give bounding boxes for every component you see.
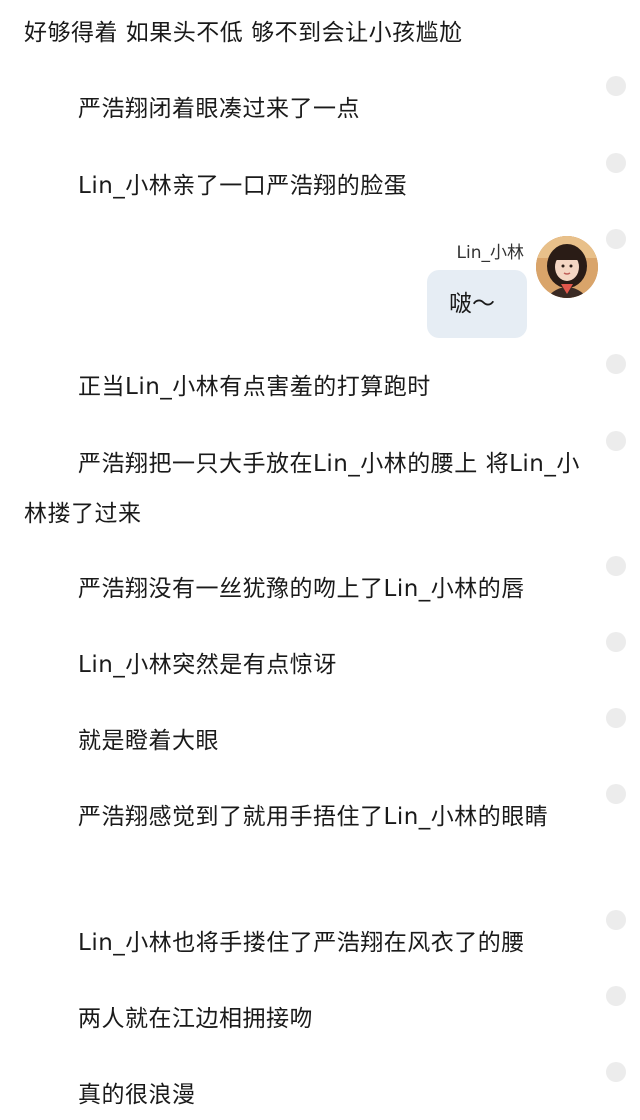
paragraph: 严浩翔感觉到了就用手捂住了Lin_小林的眼睛 xyxy=(78,804,549,830)
paragraph-marker[interactable] xyxy=(606,556,626,576)
avatar-photo-icon xyxy=(536,236,598,298)
paragraph-marker[interactable] xyxy=(606,153,626,173)
paragraph-marker[interactable] xyxy=(606,986,626,1006)
paragraph: 严浩翔把一只大手放在Lin_小林的腰上 将Lin_小林搂了过来 xyxy=(24,451,580,527)
paragraph: 正当Lin_小林有点害羞的打算跑时 xyxy=(78,374,431,400)
paragraph: 好够得着 如果头不低 够不到会让小孩尴尬 xyxy=(24,20,463,46)
paragraph-marker[interactable] xyxy=(606,784,626,804)
paragraph-marker[interactable] xyxy=(606,229,626,249)
paragraph: Lin_小林亲了一口严浩翔的脸蛋 xyxy=(78,173,408,199)
paragraph: 严浩翔没有一丝犹豫的吻上了Lin_小林的唇 xyxy=(78,576,525,602)
paragraph-marker[interactable] xyxy=(606,431,626,451)
chat-message: Lin_小林 啵～ xyxy=(0,230,640,350)
story-content: 好够得着 如果头不低 够不到会让小孩尴尬 严浩翔闭着眼凑过来了一点 Lin_小林… xyxy=(0,0,640,1112)
paragraph: Lin_小林也将手搂住了严浩翔在风衣了的腰 xyxy=(78,930,525,956)
paragraph: 真的很浪漫 xyxy=(78,1082,196,1108)
paragraph-marker[interactable] xyxy=(606,76,626,96)
paragraph-marker[interactable] xyxy=(606,910,626,930)
paragraph: 严浩翔闭着眼凑过来了一点 xyxy=(78,96,360,122)
paragraph-marker[interactable] xyxy=(606,1062,626,1082)
paragraph: 就是瞪着大眼 xyxy=(78,728,219,754)
paragraph-marker[interactable] xyxy=(606,632,626,652)
chat-bubble: 啵～ xyxy=(427,270,527,338)
paragraph: 两人就在江边相拥接吻 xyxy=(78,1006,313,1032)
paragraph: Lin_小林突然是有点惊讶 xyxy=(78,652,337,678)
paragraph-marker[interactable] xyxy=(606,354,626,374)
avatar xyxy=(536,236,598,298)
paragraph-marker[interactable] xyxy=(606,708,626,728)
chat-sender-name: Lin_小林 xyxy=(456,243,524,263)
